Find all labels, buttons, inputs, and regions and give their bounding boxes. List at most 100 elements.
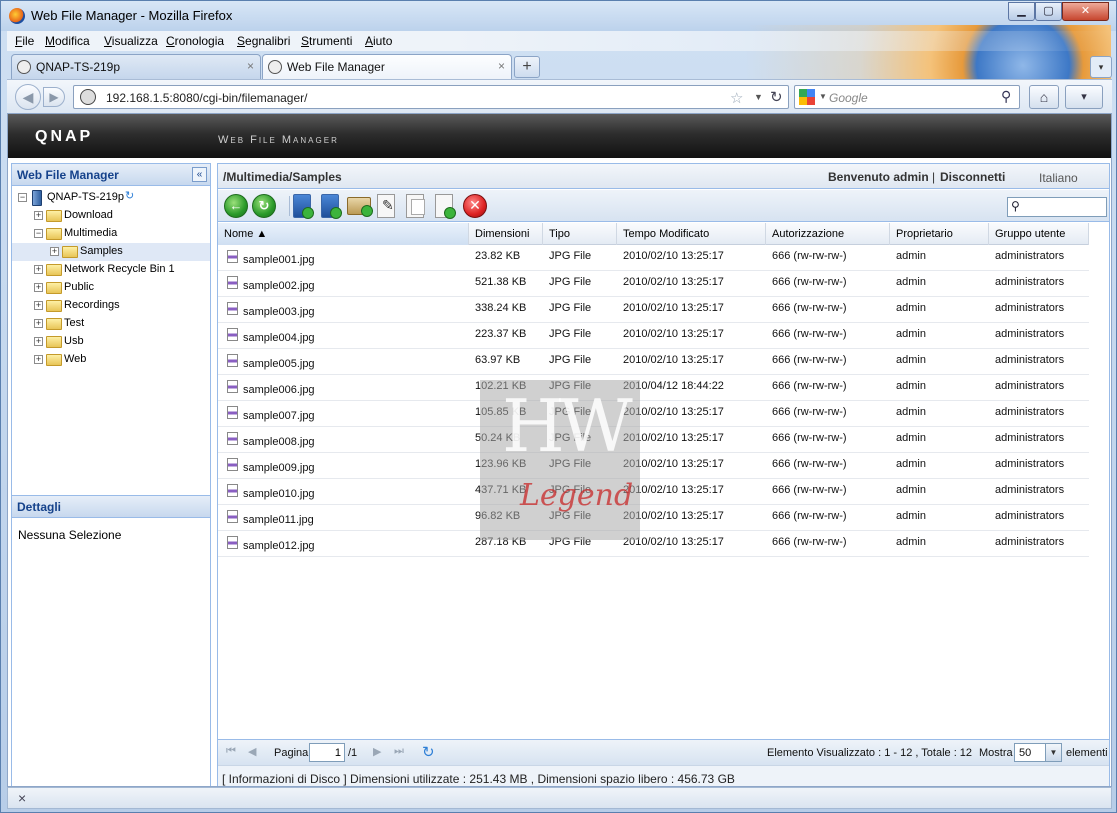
- table-row[interactable]: sample005.jpg 63.97 KB JPG File 2010/02/10 …: [218, 349, 1089, 375]
- menu-file[interactable]: File: [15, 34, 34, 48]
- reload-icon[interactable]: ↻: [770, 88, 783, 106]
- tab-list-button[interactable]: ▾: [1090, 56, 1112, 78]
- tree-label[interactable]: Test: [64, 317, 84, 329]
- table-row[interactable]: sample003.jpg 338.24 KB JPG File 2010/02/10…: [218, 297, 1089, 323]
- table-row[interactable]: sample008.jpg50.24 KBJPG File2010/02/10 …: [218, 427, 1089, 453]
- tree-node-root[interactable]: − QNAP-TS-219p ↻: [12, 189, 210, 207]
- back-folder-button[interactable]: ←: [224, 194, 248, 218]
- chevron-down-icon[interactable]: ▼: [1045, 744, 1061, 761]
- tree-node-recordings[interactable]: + Recordings: [12, 297, 210, 315]
- download-file-button[interactable]: [321, 194, 342, 219]
- tree-label[interactable]: Web: [64, 353, 86, 365]
- tree-node-usb[interactable]: + Usb: [12, 333, 210, 351]
- last-page-icon[interactable]: ⏭: [394, 745, 404, 758]
- menu-cronologia[interactable]: Cronologia: [166, 34, 224, 48]
- table-row[interactable]: sample012.jpg 287.18 KB JPG File 2010/02/10…: [218, 531, 1089, 557]
- file-name[interactable]: sample005.jpg: [243, 358, 315, 370]
- column-tempo-modificato[interactable]: Tempo Modificato: [617, 223, 766, 245]
- file-name[interactable]: sample006.jpg: [243, 384, 315, 396]
- tree-node-multimedia[interactable]: − Multimedia: [12, 225, 210, 243]
- tree-expand-icon[interactable]: +: [50, 247, 59, 256]
- page-size-select[interactable]: 50 ▼: [1014, 743, 1062, 762]
- table-row[interactable]: sample009.jpg123.96 KBJPG File2010/02/10…: [218, 453, 1089, 479]
- close-window-button[interactable]: ✕: [1062, 2, 1109, 21]
- tree-label[interactable]: Public: [64, 281, 94, 293]
- tree-node-samples[interactable]: + Samples: [12, 243, 210, 261]
- site-identity-icon[interactable]: [80, 89, 96, 105]
- tab-close-icon[interactable]: ×: [247, 59, 254, 73]
- page-number-input[interactable]: [309, 743, 345, 762]
- tree-node-network-recycle-bin[interactable]: + Network Recycle Bin 1: [12, 261, 210, 279]
- file-name[interactable]: sample012.jpg: [243, 540, 315, 552]
- file-name[interactable]: sample011.jpg: [243, 514, 314, 526]
- column-tipo[interactable]: Tipo: [543, 223, 617, 245]
- forward-button[interactable]: ▶: [43, 87, 65, 107]
- tree-collapse-icon[interactable]: −: [18, 193, 27, 202]
- first-page-icon[interactable]: ⏮: [226, 745, 236, 758]
- new-folder-button[interactable]: [347, 197, 373, 217]
- search-engine-dropdown-icon[interactable]: ▼: [819, 92, 827, 101]
- tree-node-public[interactable]: + Public: [12, 279, 210, 297]
- file-name[interactable]: sample004.jpg: [243, 332, 315, 344]
- delete-button[interactable]: ✕: [463, 194, 487, 218]
- table-row[interactable]: sample007.jpg105.85 KBJPG File2010/02/10…: [218, 401, 1089, 427]
- tree-label[interactable]: Usb: [64, 335, 84, 347]
- close-icon[interactable]: ×: [18, 790, 26, 806]
- file-name[interactable]: sample009.jpg: [243, 462, 315, 474]
- table-row[interactable]: sample011.jpg96.82 KBJPG File2010/02/10 …: [218, 505, 1089, 531]
- menu-strumenti[interactable]: Strumenti: [301, 34, 352, 48]
- tree-label[interactable]: Samples: [80, 245, 123, 257]
- maximize-button[interactable]: ▢: [1035, 2, 1062, 21]
- menu-segnalibri[interactable]: Segnalibri: [237, 34, 290, 48]
- rename-button[interactable]: [377, 194, 395, 218]
- tab-qnap[interactable]: QNAP-TS-219p ×: [11, 54, 261, 79]
- table-row[interactable]: sample004.jpg 223.37 KB JPG File 2010/02/10…: [218, 323, 1089, 349]
- column-dimensioni[interactable]: Dimensioni: [469, 223, 543, 245]
- refresh-icon[interactable]: ↻: [125, 189, 134, 202]
- filter-input[interactable]: ⚲: [1007, 197, 1107, 217]
- tree-expand-icon[interactable]: +: [34, 265, 43, 274]
- collapse-panel-button[interactable]: «: [192, 167, 207, 182]
- prev-page-icon[interactable]: ◀: [248, 745, 256, 758]
- bookmark-star-icon[interactable]: ☆: [730, 89, 743, 107]
- file-name[interactable]: sample001.jpg: [243, 254, 315, 266]
- home-button[interactable]: ⌂: [1029, 85, 1059, 109]
- url-bar[interactable]: 192.168.1.5:8080/cgi-bin/filemanager/ ☆ …: [73, 85, 789, 109]
- column-autorizzazione[interactable]: Autorizzazione: [766, 223, 890, 245]
- menu-modifica[interactable]: Modifica: [45, 34, 90, 48]
- logout-link[interactable]: Disconnetti: [940, 170, 1005, 184]
- column-proprietario[interactable]: Proprietario: [890, 223, 989, 245]
- tree-label[interactable]: Download: [64, 209, 113, 221]
- file-name[interactable]: sample007.jpg: [243, 410, 315, 422]
- tree-label[interactable]: Network Recycle Bin 1: [64, 263, 175, 275]
- file-name[interactable]: sample008.jpg: [243, 436, 315, 448]
- file-name[interactable]: sample002.jpg: [243, 280, 315, 292]
- tree-expand-icon[interactable]: +: [34, 319, 43, 328]
- search-input[interactable]: Google: [829, 91, 868, 105]
- google-icon[interactable]: [799, 89, 815, 105]
- refresh-icon[interactable]: ↻: [422, 743, 435, 761]
- url-text[interactable]: 192.168.1.5:8080/cgi-bin/filemanager/: [106, 91, 307, 105]
- new-tab-button[interactable]: +: [514, 56, 540, 78]
- tree-expand-icon[interactable]: +: [34, 355, 43, 364]
- column-nome[interactable]: Nome ▲: [218, 223, 469, 245]
- addon-button[interactable]: ▾: [1065, 85, 1103, 109]
- upload-file-button[interactable]: [293, 194, 314, 219]
- table-row[interactable]: sample001.jpg 23.82 KB JPG File 2010/02/10 …: [218, 245, 1089, 271]
- tree-label[interactable]: QNAP-TS-219p: [47, 191, 124, 203]
- file-name[interactable]: sample010.jpg: [243, 488, 315, 500]
- menu-visualizza[interactable]: Visualizza: [104, 34, 158, 48]
- tree-expand-icon[interactable]: +: [34, 337, 43, 346]
- minimize-button[interactable]: ▁: [1008, 2, 1035, 21]
- next-page-icon[interactable]: ▶: [373, 745, 381, 758]
- table-row[interactable]: sample002.jpg 521.38 KB JPG File 2010/02/10…: [218, 271, 1089, 297]
- tree-label[interactable]: Recordings: [64, 299, 120, 311]
- tree-expand-icon[interactable]: +: [34, 301, 43, 310]
- refresh-button[interactable]: ↻: [252, 194, 276, 218]
- language-selector[interactable]: Italiano: [1039, 171, 1078, 185]
- search-bar[interactable]: ▼ Google ⚲: [794, 85, 1020, 109]
- tree-node-web[interactable]: + Web: [12, 351, 210, 369]
- tree-collapse-icon[interactable]: −: [34, 229, 43, 238]
- tab-web-file-manager[interactable]: Web File Manager ×: [262, 54, 512, 79]
- file-name[interactable]: sample003.jpg: [243, 306, 315, 318]
